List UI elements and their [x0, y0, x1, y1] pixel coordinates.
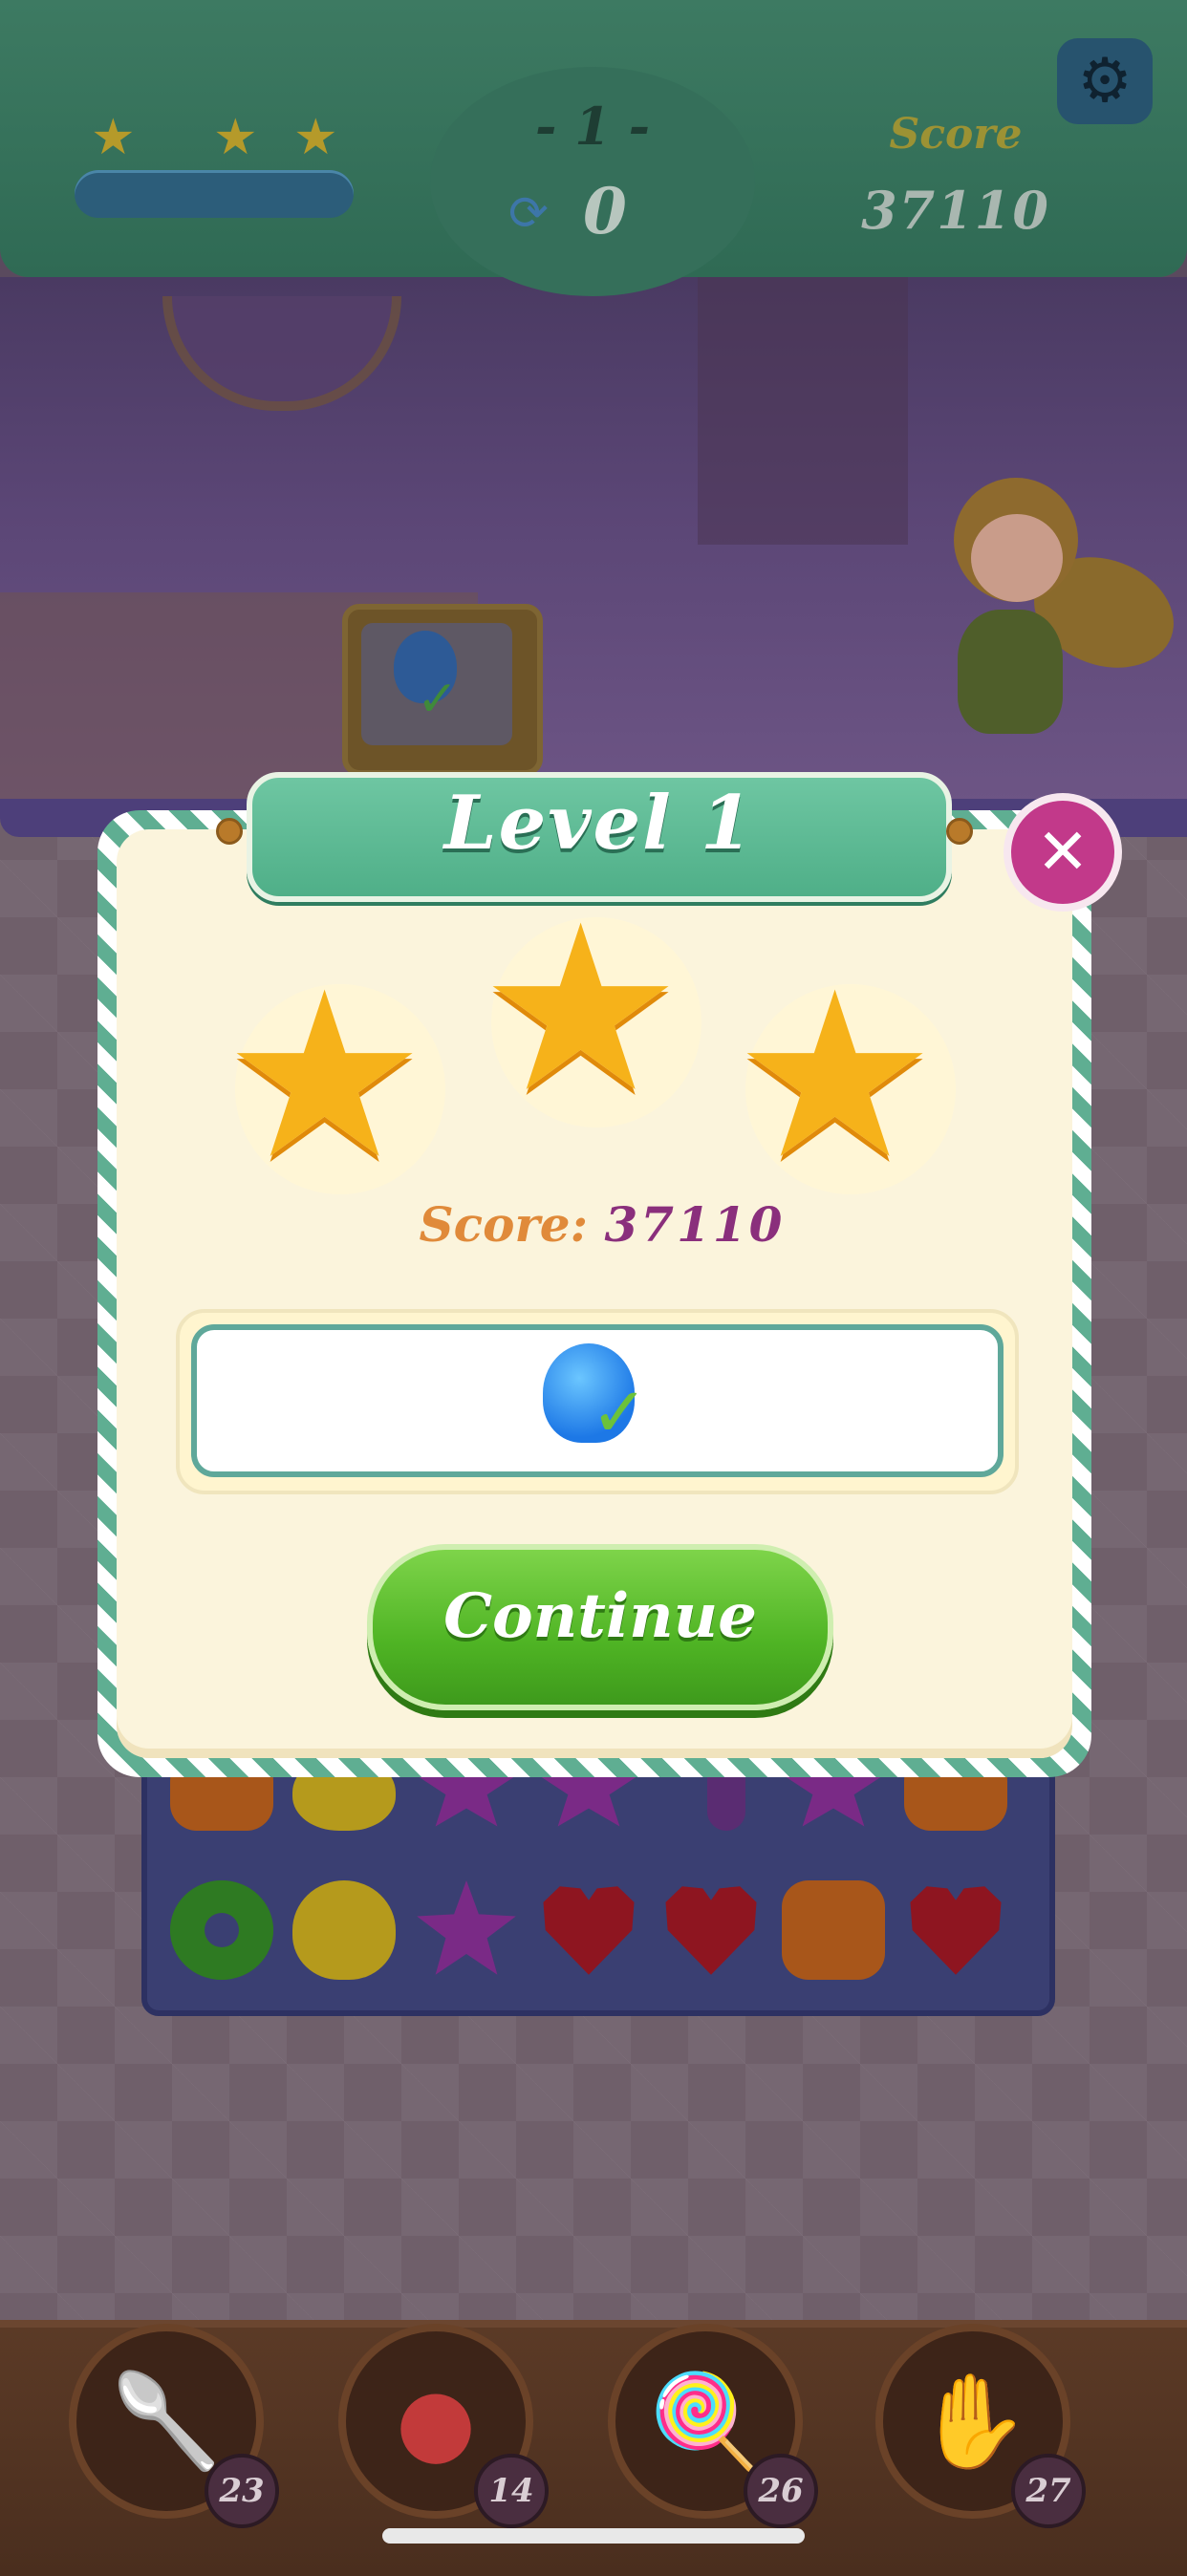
star-icon: ★: [732, 942, 939, 1210]
close-button[interactable]: ✕: [1004, 793, 1122, 912]
hud-score-label: Score: [889, 110, 1023, 159]
gear-icon: ⚙: [1077, 46, 1133, 117]
dialog-score: Score: 37110: [382, 1196, 822, 1253]
score-label: Score:: [419, 1196, 589, 1253]
red-heart-candy[interactable]: [910, 1886, 1002, 1975]
game-board: [141, 1745, 1055, 2016]
hud-score-value: 37110: [861, 180, 1050, 241]
red-heart-candy[interactable]: [665, 1886, 757, 1975]
star-icon: ★: [222, 942, 428, 1210]
star-icon: ★: [478, 875, 684, 1143]
continue-button-label[interactable]: Continue: [367, 1580, 833, 1652]
background-window: [162, 296, 401, 411]
red-heart-candy[interactable]: [543, 1886, 635, 1975]
hud-star-icon: ★: [293, 109, 338, 166]
rivet-icon: [216, 818, 243, 845]
moves-refresh-icon: ⟳: [508, 185, 549, 241]
home-indicator[interactable]: [382, 2528, 805, 2544]
moves-count: 0: [583, 174, 627, 248]
hud-star-icon: ★: [91, 109, 136, 166]
goal-sign: ✓: [342, 604, 543, 776]
checkmark-icon: ✓: [417, 671, 459, 728]
close-icon: ✕: [1036, 815, 1090, 889]
background-door: [698, 277, 908, 545]
score-value: 37110: [604, 1196, 786, 1253]
hud-star-icon: ★: [213, 109, 258, 166]
glove-booster-count: 27: [1011, 2454, 1086, 2528]
settings-button[interactable]: ⚙: [1057, 38, 1153, 124]
yellow-candy[interactable]: [292, 1880, 396, 1980]
board-row: [170, 1880, 1030, 1995]
bomb-booster-count: 14: [474, 2454, 549, 2528]
purple-candy[interactable]: [417, 1880, 516, 1975]
score-progress-bar: [75, 170, 354, 218]
green-ring-candy[interactable]: [170, 1880, 273, 1980]
dialog-title: Level 1: [443, 780, 755, 867]
girl-character: [925, 466, 1187, 762]
checkmark-icon: ✓: [591, 1372, 649, 1452]
orange-candy[interactable]: [782, 1880, 885, 1980]
hud-level-number: - 1 -: [535, 96, 650, 157]
lollipop-booster-count: 26: [744, 2454, 818, 2528]
hud-star-rating: ★ ★ ★: [91, 113, 358, 162]
spoon-booster-count: 23: [205, 2454, 279, 2528]
